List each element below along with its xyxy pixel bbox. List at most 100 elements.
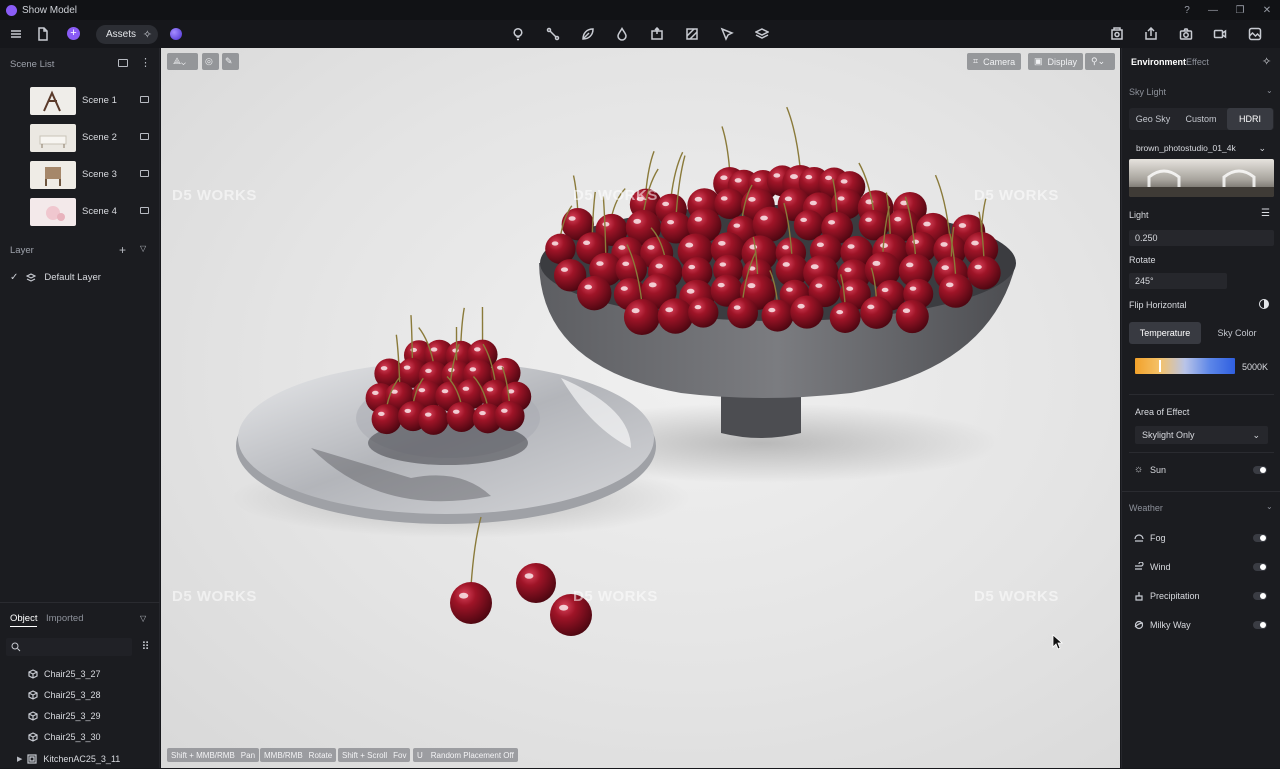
expand-arrow-icon[interactable]: ▶ bbox=[17, 755, 22, 763]
file-icon[interactable] bbox=[32, 24, 54, 44]
hdri-preview[interactable] bbox=[1129, 159, 1274, 197]
scene-camera-icon[interactable] bbox=[140, 133, 149, 140]
collapse-icon[interactable]: ⌄ bbox=[1266, 86, 1273, 95]
cherry-highlight bbox=[782, 245, 789, 249]
add-plugin-icon[interactable]: + bbox=[67, 27, 80, 40]
material-ball-icon[interactable] bbox=[170, 28, 182, 40]
camera-icon[interactable] bbox=[1175, 24, 1197, 44]
sun-toggle[interactable] bbox=[1253, 466, 1267, 474]
sky-mode-custom[interactable]: Custom bbox=[1177, 108, 1225, 130]
sun-label: Sun bbox=[1150, 465, 1166, 475]
milky-way-toggle[interactable] bbox=[1253, 621, 1267, 629]
tab-temperature[interactable]: Temperature bbox=[1129, 322, 1201, 344]
wind-icon bbox=[1134, 562, 1144, 572]
scene-item[interactable]: Scene 2 bbox=[0, 122, 160, 156]
eyedropper-button[interactable]: ✎ bbox=[222, 53, 239, 70]
cherry-highlight bbox=[569, 216, 576, 221]
layer-item[interactable]: ✓ Default Layer bbox=[10, 272, 101, 283]
cherry-highlight bbox=[749, 245, 757, 250]
select-pointer-icon[interactable] bbox=[716, 24, 738, 44]
object-row[interactable]: Chair25_3_27 bbox=[28, 664, 101, 684]
transform-tool-button[interactable]: ⟁⌄ bbox=[167, 53, 198, 70]
sky-mode-hdri[interactable]: HDRI bbox=[1227, 108, 1273, 130]
light-bulb-icon[interactable] bbox=[507, 24, 529, 44]
tab-object[interactable]: Object bbox=[10, 613, 37, 627]
path-tool-icon[interactable] bbox=[542, 24, 564, 44]
scene-camera-icon[interactable] bbox=[140, 96, 149, 103]
group-icon bbox=[27, 754, 37, 764]
add-layer-icon[interactable]: + bbox=[119, 243, 126, 257]
environment-icon[interactable] bbox=[1244, 24, 1266, 44]
layer-stack-icon bbox=[26, 273, 36, 283]
scene-item[interactable]: Scene 4 bbox=[0, 196, 160, 230]
pin-icon[interactable]: ✧ bbox=[1262, 55, 1271, 68]
object-row[interactable]: Chair25_3_30 bbox=[28, 727, 101, 747]
cherry-highlight bbox=[463, 387, 470, 391]
globe-button[interactable]: ◎ bbox=[202, 53, 219, 70]
area-of-effect-select[interactable]: Skylight Only ⌄ bbox=[1135, 426, 1268, 444]
fog-toggle[interactable] bbox=[1253, 534, 1267, 542]
restore-button[interactable]: ❐ bbox=[1227, 0, 1253, 20]
scene-item[interactable]: Scene 1 bbox=[0, 85, 160, 119]
layers-icon[interactable] bbox=[751, 24, 773, 44]
close-button[interactable]: ✕ bbox=[1254, 0, 1280, 20]
scene-camera-icon[interactable] bbox=[140, 207, 149, 214]
display-button[interactable]: ▣ Display bbox=[1028, 53, 1083, 70]
hdri-select[interactable]: brown_photostudio_01_4k ⌄ bbox=[1129, 139, 1274, 157]
camera-button[interactable]: ⌗ Camera bbox=[967, 53, 1021, 70]
render-viewport[interactable]: D5 WORKS D5 WORKS D5 WORKS D5 WORKS D5 W… bbox=[161, 48, 1120, 768]
video-icon[interactable] bbox=[1209, 24, 1231, 44]
cherry-highlight bbox=[453, 410, 460, 414]
object-row[interactable]: Chair25_3_29 bbox=[28, 706, 101, 726]
collapse-icon[interactable]: ⌄ bbox=[1266, 502, 1273, 511]
filter-icon[interactable]: ▽ bbox=[140, 244, 146, 253]
render-queue-icon[interactable] bbox=[1106, 24, 1128, 44]
precipitation-toggle[interactable] bbox=[1253, 592, 1267, 600]
cherry-highlight bbox=[733, 224, 740, 228]
sky-mode-geo-sky[interactable]: Geo Sky bbox=[1129, 108, 1177, 130]
minimize-button[interactable]: — bbox=[1200, 0, 1226, 20]
walk-mode-button[interactable]: ⚲⌄ bbox=[1085, 53, 1115, 70]
tab-environment[interactable]: Environment bbox=[1131, 57, 1186, 67]
tab-imported[interactable]: Imported bbox=[46, 613, 84, 624]
cherry bbox=[896, 300, 929, 333]
temperature-slider[interactable] bbox=[1135, 358, 1235, 374]
help-icon[interactable]: ? bbox=[1174, 0, 1200, 20]
cherry-highlight bbox=[872, 261, 880, 266]
object-search-input[interactable] bbox=[6, 638, 132, 656]
cherry-highlight bbox=[632, 308, 640, 313]
hint-action: Pan bbox=[241, 751, 255, 760]
menu-icon[interactable] bbox=[5, 24, 27, 44]
rotate-label: Rotate bbox=[1129, 255, 1156, 265]
rotate-input[interactable]: 245° bbox=[1129, 273, 1227, 289]
light-input[interactable]: 0.250 bbox=[1129, 230, 1274, 246]
object-row[interactable]: Chair25_3_28 bbox=[28, 685, 101, 705]
export-box-icon[interactable] bbox=[646, 24, 668, 44]
cherry-highlight bbox=[825, 176, 832, 180]
share-icon[interactable] bbox=[1140, 24, 1162, 44]
check-icon[interactable]: ✓ bbox=[10, 272, 18, 283]
tab-effect[interactable]: Effect bbox=[1186, 57, 1209, 67]
slider-thumb[interactable] bbox=[1159, 360, 1161, 372]
filter-icon[interactable]: ▽ bbox=[140, 614, 146, 623]
eyedropper-icon: ✎ bbox=[225, 56, 233, 67]
mouse-cursor-icon bbox=[1052, 634, 1066, 652]
object-group-row[interactable]: ▶ KitchenAC25_3_11 bbox=[17, 749, 120, 769]
tab-sky-color[interactable]: Sky Color bbox=[1201, 322, 1273, 344]
leaf-icon[interactable] bbox=[577, 24, 599, 44]
scene-thumbnail bbox=[30, 87, 76, 115]
assets-button[interactable]: Assets ✧ bbox=[96, 25, 158, 44]
more-options-icon[interactable]: ⋮ bbox=[140, 56, 151, 69]
grid-view-icon[interactable]: ⠿ bbox=[138, 640, 153, 655]
mask-tool-icon[interactable] bbox=[681, 24, 703, 44]
divider bbox=[1129, 452, 1274, 453]
scene-item[interactable]: Scene 3 bbox=[0, 159, 160, 193]
flip-horizontal-toggle[interactable] bbox=[1259, 299, 1269, 309]
water-drop-icon[interactable] bbox=[611, 24, 633, 44]
add-scene-icon[interactable] bbox=[118, 59, 128, 67]
cherry-highlight bbox=[525, 573, 534, 579]
scene-list-title: Scene List bbox=[10, 59, 54, 70]
wind-toggle[interactable] bbox=[1253, 563, 1267, 571]
settings-sliders-icon[interactable]: ☰ bbox=[1261, 208, 1270, 219]
scene-camera-icon[interactable] bbox=[140, 170, 149, 177]
